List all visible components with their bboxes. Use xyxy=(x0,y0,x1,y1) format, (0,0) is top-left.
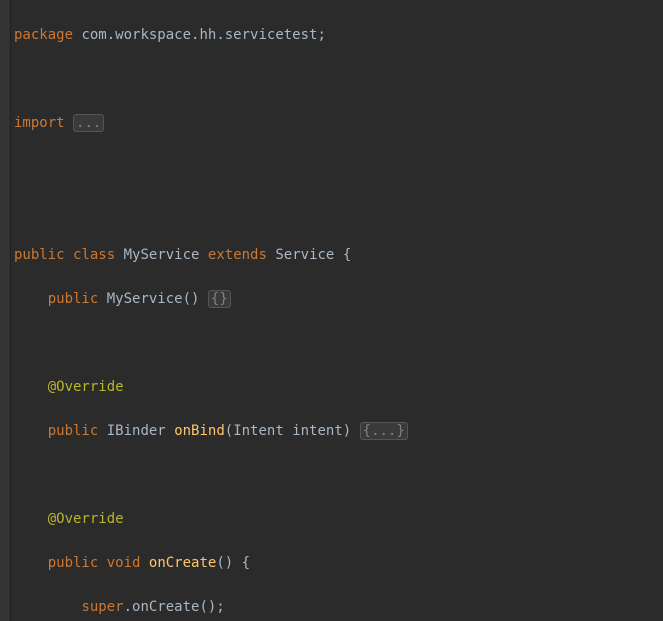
return-type: IBinder xyxy=(107,423,166,439)
method-onbind: onBind xyxy=(174,423,225,439)
line-oncreate-super: super.onCreate(); xyxy=(14,596,663,618)
keyword-super: super xyxy=(81,599,123,615)
onbind-fold[interactable]: {...} xyxy=(360,422,408,440)
ctor-parens: () xyxy=(183,291,200,307)
import-fold[interactable]: ... xyxy=(73,114,104,132)
blank-line xyxy=(14,68,663,90)
annotation-override: @Override xyxy=(48,379,124,395)
line-ctor: public MyService() {} xyxy=(14,288,663,310)
keyword-public: public xyxy=(48,423,99,439)
blank-line xyxy=(14,332,663,354)
keyword-public: public xyxy=(48,555,99,571)
line-anno-onbind: @Override xyxy=(14,376,663,398)
keyword-import: import xyxy=(14,115,65,131)
keyword-class: class xyxy=(73,247,115,263)
code-area[interactable]: package com.workspace.hh.servicetest; im… xyxy=(0,0,663,621)
method-oncreate: onCreate xyxy=(149,555,216,571)
code-editor[interactable]: package com.workspace.hh.servicetest; im… xyxy=(0,0,663,621)
line-anno-oncreate: @Override xyxy=(14,508,663,530)
keyword-public: public xyxy=(48,291,99,307)
blank-line xyxy=(14,464,663,486)
line-onbind: public IBinder onBind(Intent intent) {..… xyxy=(14,420,663,442)
package-name: com.workspace.hh.servicetest xyxy=(81,27,317,43)
super-class: Service xyxy=(275,247,334,263)
line-import: import ... xyxy=(14,112,663,134)
line-package: package com.workspace.hh.servicetest; xyxy=(14,24,663,46)
ctor-fold[interactable]: {} xyxy=(208,290,231,308)
class-name: MyService xyxy=(124,247,200,263)
keyword-package: package xyxy=(14,27,73,43)
oncreate-parens: () { xyxy=(216,555,250,571)
onbind-params: (Intent intent) xyxy=(225,423,351,439)
ctor-name: MyService xyxy=(107,291,183,307)
super-oncreate-call: .onCreate(); xyxy=(124,599,225,615)
gutter xyxy=(0,0,11,621)
keyword-public: public xyxy=(14,247,65,263)
keyword-extends: extends xyxy=(208,247,267,263)
semicolon: ; xyxy=(317,27,325,43)
line-class-decl: public class MyService extends Service { xyxy=(14,244,663,266)
brace: { xyxy=(343,247,351,263)
blank-line xyxy=(14,200,663,222)
annotation-override: @Override xyxy=(48,511,124,527)
blank-line xyxy=(14,156,663,178)
line-oncreate-decl: public void onCreate() { xyxy=(14,552,663,574)
keyword-void: void xyxy=(107,555,141,571)
